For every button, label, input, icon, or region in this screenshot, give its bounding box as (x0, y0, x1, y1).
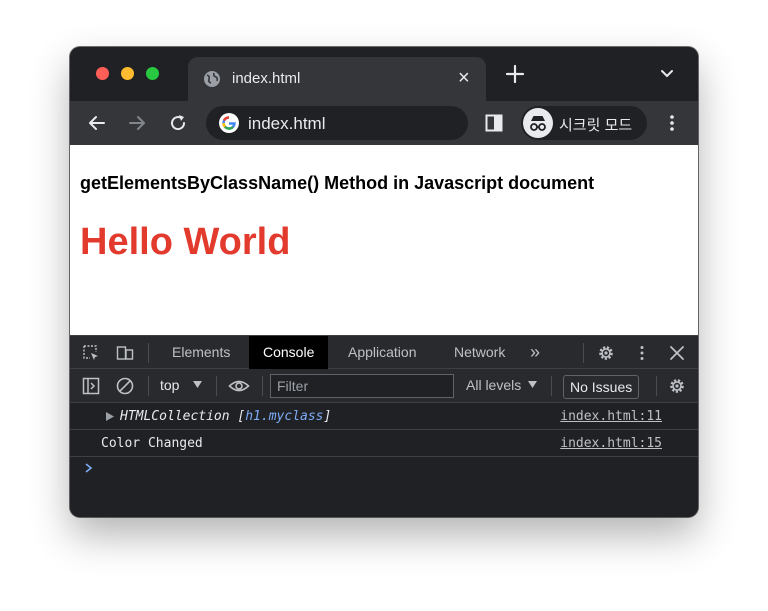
console-log-row: Color Changed index.html:15 (70, 430, 698, 457)
sidebar-toggle-icon[interactable] (82, 377, 100, 395)
log-source-link[interactable]: index.html:15 (560, 436, 662, 451)
reload-icon[interactable] (167, 112, 189, 134)
tab-application[interactable]: Application (334, 336, 431, 369)
google-logo-icon (219, 113, 239, 133)
divider (551, 376, 552, 396)
gear-icon[interactable] (597, 344, 615, 362)
devtools-tab-bar: Elements Console Application Network » (70, 335, 698, 369)
globe-icon (204, 71, 220, 87)
tab-elements[interactable]: Elements (158, 336, 244, 369)
browser-toolbar: index.html 시크릿 모드 (70, 101, 698, 145)
close-window-button[interactable] (96, 67, 109, 80)
context-selector[interactable]: top (160, 377, 179, 393)
forward-arrow-icon[interactable] (126, 112, 148, 134)
issues-button[interactable]: No Issues (563, 375, 640, 399)
eye-icon[interactable] (228, 377, 250, 395)
expand-triangle-icon[interactable] (106, 412, 114, 421)
browser-window: index.html × index.html 시크릿 모드 getElemen… (70, 47, 698, 517)
divider (583, 343, 584, 363)
zoom-window-button[interactable] (146, 67, 159, 80)
divider (656, 376, 657, 396)
console-toolbar: top All levels No Issues (70, 369, 698, 403)
gear-icon[interactable] (668, 377, 686, 395)
more-tabs-button[interactable]: » (516, 336, 554, 369)
address-bar[interactable]: index.html (206, 106, 468, 140)
log-source-link[interactable]: index.html:11 (560, 409, 662, 424)
chevron-down-icon (193, 381, 202, 388)
address-url: index.html (248, 114, 326, 133)
page-viewport: getElementsByClassName() Method in Javas… (70, 145, 698, 335)
divider (148, 376, 149, 396)
device-toggle-icon[interactable] (116, 344, 134, 362)
incognito-icon (523, 108, 553, 138)
log-object-class: HTMLCollection (120, 409, 230, 424)
console-output: HTMLCollection [h1.myclass] index.html:1… (70, 403, 698, 517)
inspect-icon[interactable] (82, 344, 100, 362)
more-vert-icon[interactable] (662, 113, 682, 133)
side-panel-icon[interactable] (485, 114, 503, 132)
title-bar: index.html × (70, 47, 698, 101)
close-icon[interactable]: × (458, 67, 470, 89)
back-arrow-icon[interactable] (86, 112, 108, 134)
page-heading: getElementsByClassName() Method in Javas… (80, 173, 595, 193)
clear-console-icon[interactable] (116, 377, 134, 395)
devtools-panel: Elements Console Application Network » t… (70, 335, 698, 517)
filter-input[interactable] (270, 374, 454, 398)
minimize-window-button[interactable] (121, 67, 134, 80)
divider (216, 376, 217, 396)
console-log-row: HTMLCollection [h1.myclass] index.html:1… (70, 403, 698, 430)
tab-network[interactable]: Network (440, 336, 519, 369)
log-message[interactable]: HTMLCollection [h1.myclass] (120, 409, 331, 424)
chevron-down-icon (528, 381, 537, 388)
log-levels-dropdown[interactable]: All levels (466, 377, 521, 393)
log-object-node: h1.myclass (245, 409, 324, 424)
prompt-chevron-icon[interactable] (84, 463, 94, 473)
hello-title: Hello World (80, 221, 291, 263)
close-icon[interactable] (668, 344, 686, 362)
tab-title: index.html (232, 70, 301, 87)
log-message: Color Changed (101, 436, 203, 451)
browser-tab[interactable]: index.html × (188, 57, 486, 101)
log-bracket-close: ] (323, 409, 332, 424)
chevron-down-icon[interactable] (660, 69, 674, 79)
tab-console[interactable]: Console (249, 336, 329, 369)
plus-icon[interactable] (504, 63, 526, 85)
incognito-label: 시크릿 모드 (559, 117, 633, 134)
divider (148, 343, 149, 363)
more-vert-icon[interactable] (633, 344, 651, 362)
divider (262, 376, 263, 396)
incognito-profile-button[interactable]: 시크릿 모드 (521, 106, 647, 140)
